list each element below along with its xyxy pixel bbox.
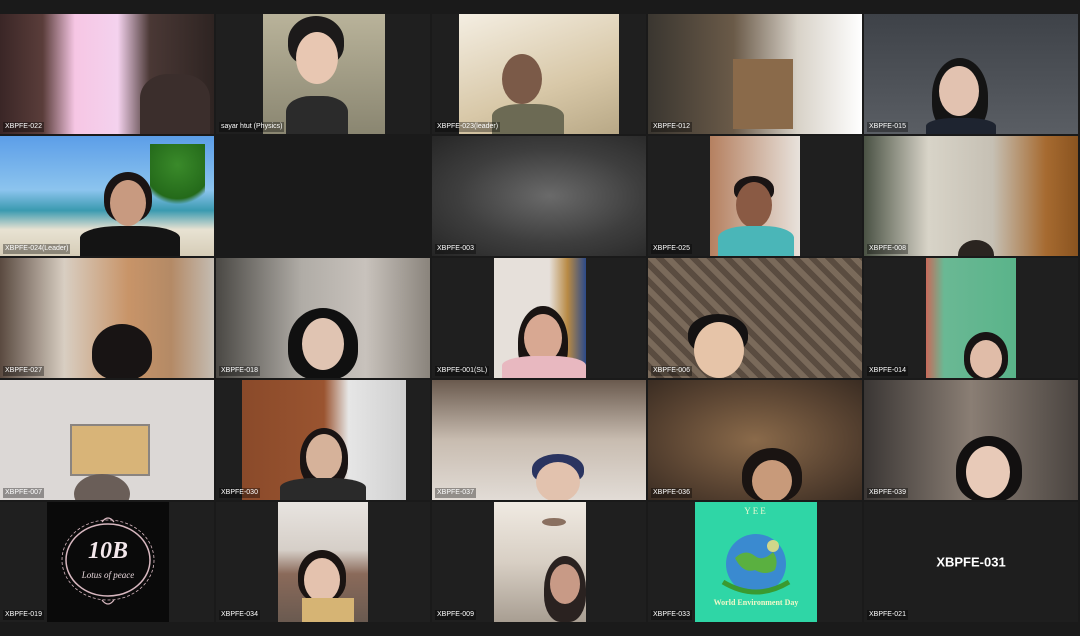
participant-face [736, 182, 772, 228]
video-tile[interactable]: XBPFE-025 [648, 136, 862, 256]
participant-body [926, 118, 996, 134]
participant-face [694, 322, 744, 378]
participant-face [306, 434, 342, 480]
video-tile[interactable]: XBPFE-031 XBPFE-021 [864, 502, 1078, 622]
participant-body [718, 226, 794, 256]
participant-face [536, 462, 580, 500]
participant-face [304, 558, 340, 602]
participant-name: XBPFE-022 [3, 122, 44, 132]
participant-name: XBPFE-036 [651, 488, 692, 498]
participant-name: XBPFE-007 [3, 488, 44, 498]
participant-name: XBPFE-008 [867, 244, 908, 254]
participant-body [286, 96, 348, 134]
video-tile[interactable]: XBPFE-006 [648, 258, 862, 378]
participant-face [502, 54, 542, 104]
wall-frame [70, 424, 150, 476]
video-tile[interactable]: YEE World Environment Day XBPFE-033 [648, 502, 862, 622]
participant-name: XBPFE-018 [219, 366, 260, 376]
video-tile[interactable]: XBPFE-009 [432, 502, 646, 622]
participant-hair [92, 324, 152, 378]
video-tile[interactable]: XBPFE-018 [216, 258, 430, 378]
participant-face [110, 180, 146, 226]
participant-name: XBPFE-027 [3, 366, 44, 376]
participant-body [502, 356, 586, 378]
video-tile[interactable]: XBPFE-036 [648, 380, 862, 500]
participant-face [550, 564, 580, 604]
video-tile[interactable]: 10B Lotus of peace XBPFE-019 [0, 502, 214, 622]
video-tile[interactable]: XBPFE-037 [432, 380, 646, 500]
participant-name: XBPFE-012 [651, 122, 692, 132]
video-feed [432, 136, 646, 256]
participant-display-name: XBPFE-031 [936, 554, 1006, 570]
video-tile[interactable]: XBPFE-015 [864, 14, 1078, 134]
video-tile[interactable]: XBPFE-024(Leader) [0, 136, 214, 256]
video-feed [648, 258, 862, 378]
palm-tree [150, 144, 205, 214]
avatar-image: YEE World Environment Day [695, 502, 817, 622]
participant-face [939, 66, 979, 116]
participant-name: sayar htut (Physics) [219, 122, 285, 132]
participant-name: XBPFE-009 [435, 610, 476, 620]
participant-face [302, 318, 344, 370]
participant-face [296, 32, 338, 84]
participant-name: XBPFE-037 [435, 488, 476, 498]
video-tile[interactable]: XBPFE-034 [216, 502, 430, 622]
participant-face [970, 340, 1002, 378]
video-tile[interactable]: XBPFE-039 [864, 380, 1078, 500]
participant-name: XBPFE-023(leader) [435, 122, 501, 132]
participant-name: XBPFE-014 [867, 366, 908, 376]
avatar-top-text: YEE [744, 506, 768, 516]
participant-name: XBPFE-025 [651, 244, 692, 254]
participant-name: XBPFE-019 [3, 610, 44, 620]
avatar-image: 10B Lotus of peace [47, 502, 169, 622]
video-tile[interactable]: XBPFE-007 [0, 380, 214, 500]
ceiling-lamp [542, 518, 566, 526]
video-tile[interactable]: XBPFE-003 [432, 136, 646, 256]
held-object [302, 598, 354, 622]
video-tile[interactable]: sayar htut (Physics) [216, 14, 430, 134]
participant-name: XBPFE-015 [867, 122, 908, 132]
video-tile[interactable]: XBPFE-027 [0, 258, 214, 378]
participant-name: XBPFE-001(SL) [435, 366, 490, 376]
participant-name: XBPFE-039 [867, 488, 908, 498]
video-tile[interactable]: XBPFE-012 [648, 14, 862, 134]
participant-body [492, 104, 564, 134]
video-tile[interactable]: XBPFE-023(leader) [432, 14, 646, 134]
participant-name: XBPFE-021 [867, 610, 908, 620]
participant-body [80, 226, 180, 256]
participant-name: XBPFE-003 [435, 244, 476, 254]
video-tile[interactable]: XBPFE-030 [216, 380, 430, 500]
participant-body [280, 478, 366, 500]
participant-face [966, 446, 1010, 498]
video-tile[interactable] [216, 136, 430, 256]
participant-silhouette [140, 74, 210, 134]
video-tile[interactable]: XBPFE-008 [864, 136, 1078, 256]
participant-name: XBPFE-030 [219, 488, 260, 498]
participant-name: XBPFE-024(Leader) [3, 244, 71, 254]
video-tile[interactable]: XBPFE-022 [0, 14, 214, 134]
participant-name: XBPFE-033 [651, 610, 692, 620]
participant-face [752, 460, 792, 500]
avatar-caption: World Environment Day [713, 598, 799, 607]
avatar-subtitle: Lotus of peace [81, 570, 135, 580]
avatar-monogram: 10B [87, 538, 128, 564]
cabinet [733, 59, 793, 129]
video-tile[interactable]: XBPFE-001(SL) [432, 258, 646, 378]
video-feed [864, 136, 1078, 256]
video-tile[interactable]: XBPFE-014 [864, 258, 1078, 378]
participant-name: XBPFE-006 [651, 366, 692, 376]
participant-name: XBPFE-034 [219, 610, 260, 620]
participant-face [524, 314, 562, 362]
